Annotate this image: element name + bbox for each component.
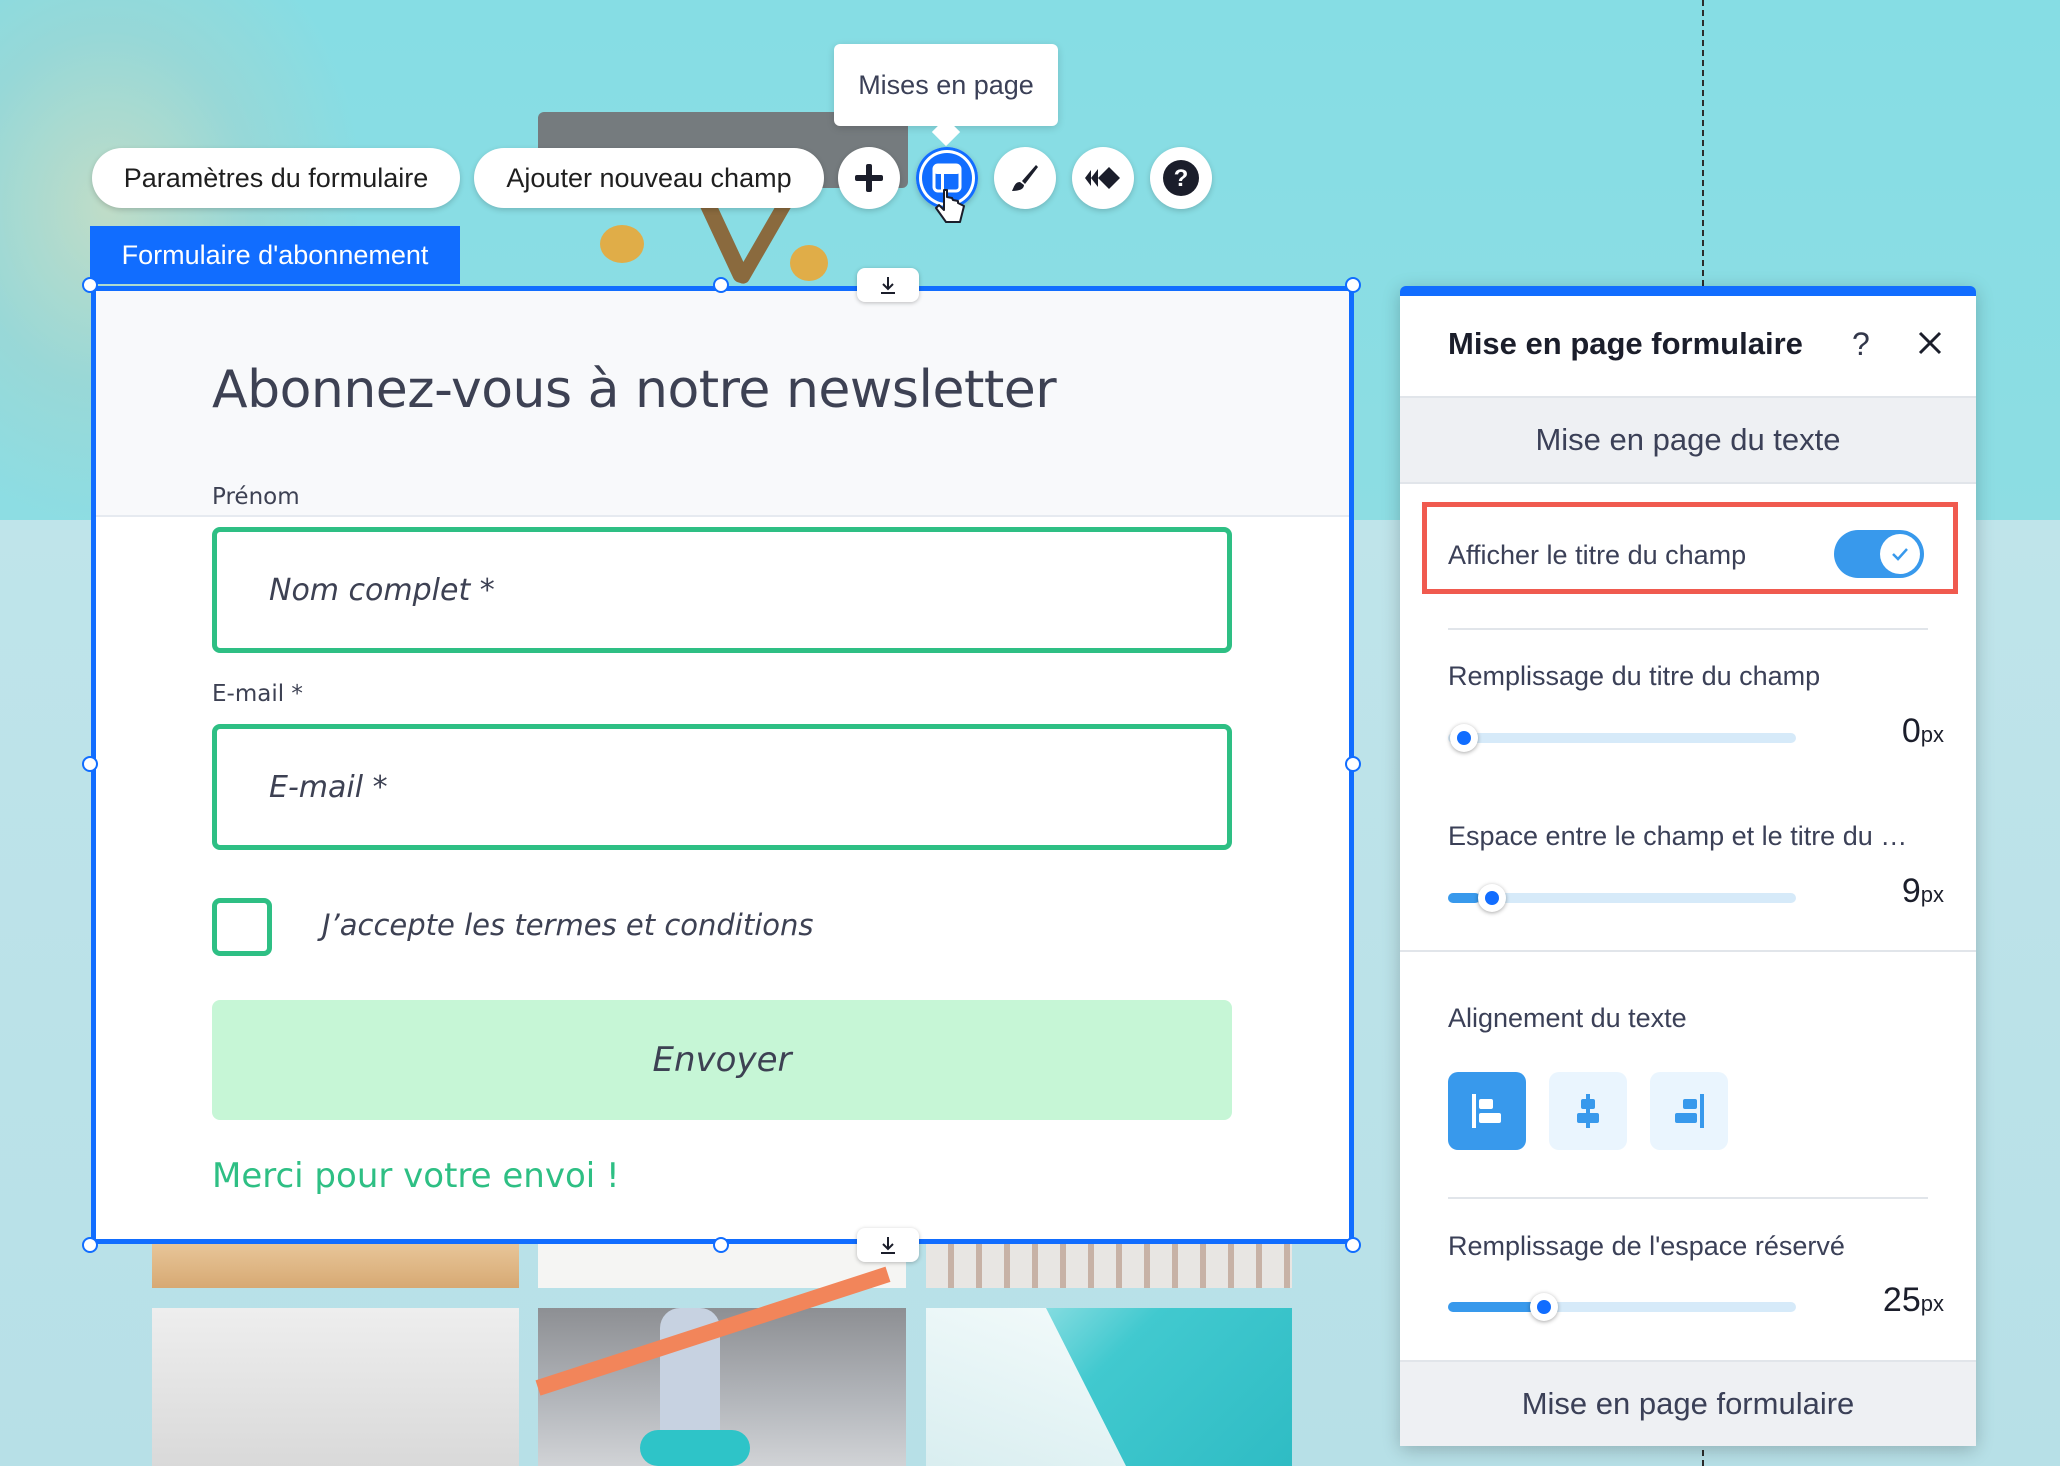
first-name-label: Prénom [212,484,300,510]
value-unit: px [1920,1291,1944,1316]
field-title-padding-label: Remplissage du titre du champ [1448,661,1821,691]
resize-handle-bottom-right[interactable] [1345,1237,1361,1253]
resize-handle-bottom-left[interactable] [82,1237,98,1253]
form-title: Abonnez-vous à notre newsletter [212,360,1057,420]
panel-help-button[interactable]: ? [1852,326,1870,363]
gallery-tile [926,1240,1292,1288]
email-input[interactable]: E-mail * [212,724,1232,850]
gallery-tile [152,1240,519,1288]
field-title-spacing-thumb[interactable] [1478,884,1506,912]
panel-title: Mise en page formulaire [1448,326,1803,361]
align-right-button[interactable] [1650,1072,1728,1150]
value-number: 25 [1882,1281,1921,1319]
resize-handle-top[interactable] [713,277,729,293]
blossom-decoration [790,245,828,281]
align-right-icon [1675,1094,1704,1128]
field-title-padding-track[interactable] [1448,733,1796,743]
placeholder-padding-label: Remplissage de l'espace réservé [1448,1231,1845,1261]
resize-handle-bottom[interactable] [713,1237,729,1253]
align-left-icon [1472,1094,1501,1128]
tooltip-text: Mises en page [858,69,1034,100]
email-label: E-mail * [212,681,303,707]
value-number: 9 [1901,872,1921,910]
gallery-tile-detail [640,1430,750,1466]
gallery-tile [152,1308,519,1466]
value-unit: px [1920,882,1944,907]
add-field-button[interactable]: Ajouter nouveau champ [474,148,824,208]
check-icon [1892,548,1908,561]
value-unit: px [1920,722,1944,747]
field-title-spacing-value: 9px [1860,872,1944,911]
value-number: 0 [1901,712,1921,750]
cursor-hand-icon [935,189,965,223]
blossom-decoration [600,225,644,263]
animation-button[interactable] [1072,147,1134,209]
show-field-title-label: Afficher le titre du champ [1448,540,1747,570]
placeholder-padding-thumb[interactable] [1530,1293,1558,1321]
stretch-top-button[interactable] [857,268,919,302]
resize-handle-top-left[interactable] [82,277,98,293]
text-alignment-label: Alignement du texte [1448,1003,1687,1033]
svg-text:?: ? [1174,165,1189,192]
field-title-spacing-label: Espace entre le champ et le titre du … [1448,821,1908,851]
design-button[interactable] [994,147,1056,209]
plus-icon [855,164,883,192]
help-icon: ? [1163,160,1199,196]
full-name-input[interactable]: Nom complet * [212,527,1232,653]
form-layout-section-header[interactable]: Mise en page formulaire [1400,1360,1976,1446]
resize-handle-left[interactable] [82,756,98,772]
form-name-tag[interactable]: Formulaire d'abonnement [90,226,460,284]
submit-button[interactable]: Envoyer [212,1000,1232,1120]
resize-handle-right[interactable] [1345,756,1361,772]
form-settings-button[interactable]: Paramètres du formulaire [92,148,460,208]
field-title-spacing-fill [1448,893,1480,903]
add-button[interactable] [838,147,900,209]
divider [1400,950,1976,952]
align-left-button[interactable] [1448,1072,1526,1150]
brush-icon [1012,165,1038,191]
close-icon[interactable] [1913,326,1947,360]
download-arrow-icon [881,1237,895,1254]
stretch-bottom-button[interactable] [857,1228,919,1262]
animation-icon [1085,167,1120,189]
field-title-padding-thumb[interactable] [1450,724,1478,752]
terms-label: J’accepte les termes et conditions [322,908,814,942]
text-layout-section-header: Mise en page du texte [1400,396,1976,484]
divider [1448,1197,1928,1199]
layout-tooltip: Mises en page [834,44,1058,126]
help-button[interactable]: ? [1150,147,1212,209]
field-title-padding-value: 0px [1860,712,1944,751]
download-arrow-icon [881,277,895,294]
placeholder-padding-value: 25px [1860,1281,1944,1320]
success-message: Merci pour votre envoi ! [212,1156,620,1196]
align-center-icon [1577,1094,1599,1128]
resize-handle-top-right[interactable] [1345,277,1361,293]
terms-checkbox[interactable] [212,898,272,956]
toggle-knob [1880,534,1920,574]
divider [1448,628,1928,630]
align-center-button[interactable] [1549,1072,1627,1150]
